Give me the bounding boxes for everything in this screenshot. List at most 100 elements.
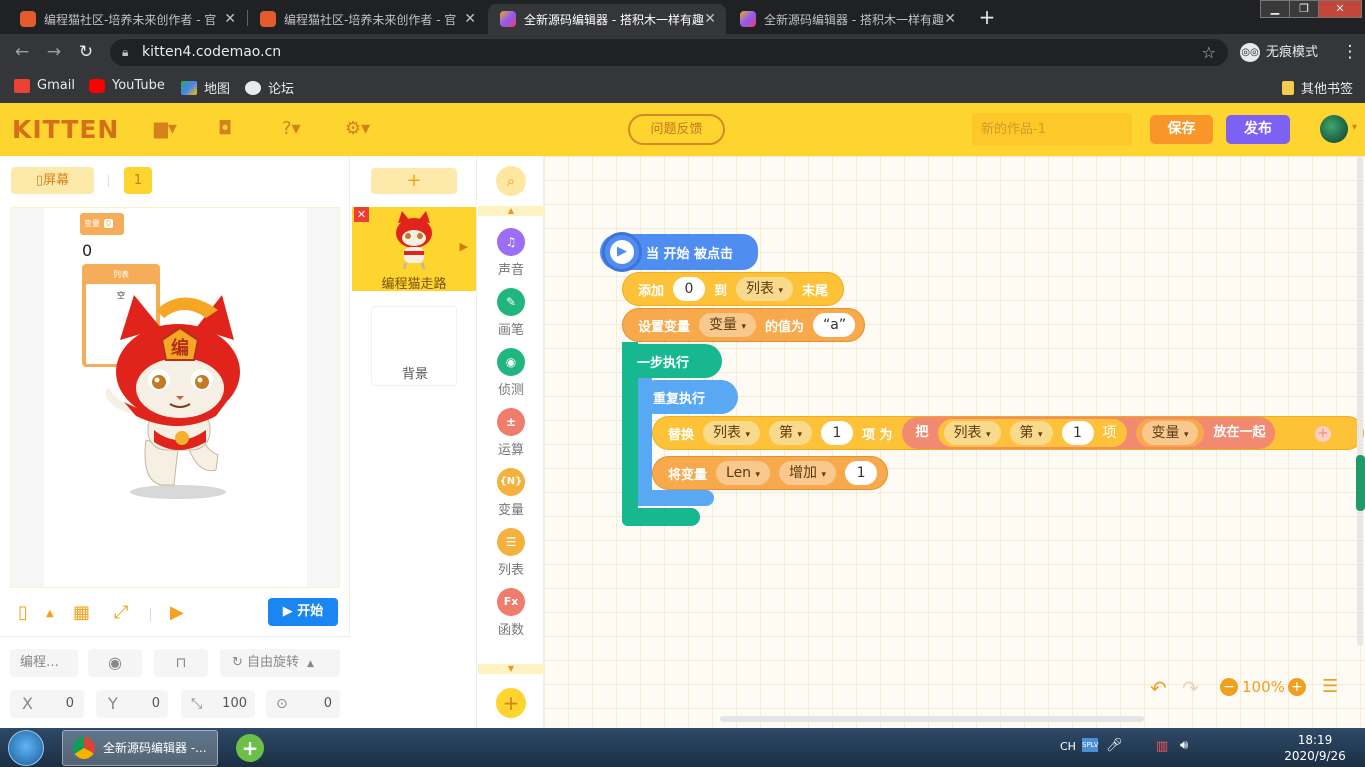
project-name-input[interactable]: 新的作品-1 — [972, 113, 1132, 146]
browser-tab-4[interactable]: 全新源码编辑器 - 搭积木一样有趣 ✕ — [728, 4, 966, 34]
rotation-mode-select[interactable]: ↻ 自由旋转 ▲ — [220, 649, 340, 677]
reload-icon[interactable]: ↻ — [76, 42, 96, 62]
maximize-icon[interactable]: ❐ — [1289, 0, 1319, 18]
list-dropdown[interactable]: 列表 ▾ — [736, 277, 794, 301]
index-mode-dropdown[interactable]: 第 ▾ — [1009, 421, 1053, 445]
horizontal-scrollbar[interactable] — [720, 716, 1144, 722]
bookmark-forum[interactable]: 论坛 — [245, 78, 294, 97]
tab-close-icon[interactable]: ✕ — [944, 11, 956, 27]
browser-menu-icon[interactable]: ⋮ — [1340, 42, 1360, 62]
tab-close-icon[interactable]: ✕ — [464, 11, 476, 27]
presentation-icon[interactable]: ▶ — [170, 602, 184, 623]
windows-start-icon[interactable] — [8, 730, 44, 766]
index-input[interactable]: 1 — [1061, 421, 1094, 445]
scroll-down-icon[interactable]: ▼ — [478, 664, 544, 674]
backpack-icon[interactable]: ◘ — [218, 118, 232, 139]
forward-arrow-icon[interactable]: → — [44, 42, 64, 62]
taskbar-app-plus-icon[interactable]: + — [236, 734, 264, 762]
start-button[interactable]: ▶ 开始 — [268, 598, 338, 626]
publish-button[interactable]: 发布 — [1226, 115, 1290, 144]
network-icon[interactable]: ▥ — [1156, 739, 1168, 754]
category-lists[interactable]: ☰ 列表 — [478, 528, 544, 578]
settings-gear-icon[interactable]: ⚙▾ — [345, 118, 370, 139]
index-mode-dropdown[interactable]: 第 ▾ — [769, 421, 812, 445]
repeat-forever-block[interactable]: 重复执行 — [638, 380, 738, 414]
input-method-icon[interactable]: SPLV — [1082, 738, 1099, 752]
zoom-in-icon[interactable]: + — [1288, 678, 1306, 696]
system-clock[interactable]: 18:19 2020/9/26 — [1280, 732, 1350, 764]
incognito-indicator[interactable]: ◎◎ 无痕模式 — [1236, 40, 1328, 65]
category-pen[interactable]: ✎ 画笔 — [478, 288, 544, 338]
add-sprite-button[interactable]: + — [371, 168, 457, 194]
search-blocks-icon[interactable]: ⌕ — [496, 166, 526, 196]
new-tab-button[interactable]: + — [976, 6, 998, 28]
undo-icon[interactable]: ↶ — [1150, 676, 1167, 700]
screen-number-tab[interactable]: 1 — [124, 167, 152, 194]
address-bar[interactable]: 🔒︎ kitten4.codemao.cn ☆ — [110, 39, 1228, 66]
visibility-eye-icon[interactable]: ◉ — [88, 649, 142, 677]
stage-canvas[interactable]: 变量 0 0 列表 空 编 — [44, 208, 307, 587]
change-value-input[interactable]: 1 — [845, 461, 878, 485]
x-position-field[interactable]: X 0 — [10, 690, 84, 718]
fullscreen-icon[interactable]: ⤢ — [114, 602, 128, 623]
bookmark-youtube[interactable]: YouTube — [89, 78, 165, 93]
tab-close-icon[interactable]: ✕ — [224, 11, 236, 27]
align-blocks-icon[interactable]: ☰ — [1322, 676, 1338, 697]
sprite-name-field[interactable]: 编程… — [10, 649, 78, 677]
when-start-clicked-block[interactable]: ▶ 当 开始 被点击 — [600, 232, 758, 272]
back-arrow-icon[interactable]: ← — [12, 42, 32, 62]
chevron-down-icon[interactable]: ▾ — [1352, 122, 1357, 133]
tab-close-icon[interactable]: ✕ — [704, 11, 716, 27]
codemao-cat-sprite[interactable]: 编 — [106, 290, 246, 500]
list-dropdown[interactable]: 列表 ▾ — [943, 421, 1001, 445]
help-question-icon[interactable]: ?▾ — [282, 118, 301, 139]
category-sensing[interactable]: ◉ 侦测 — [478, 348, 544, 398]
set-variable-block[interactable]: 设置变量 变量 ▾ 的值为 “a” — [622, 308, 865, 342]
variable-dropdown[interactable]: 变量 ▾ — [699, 313, 756, 337]
device-orientation-icon[interactable]: ▯ — [18, 602, 28, 623]
variable-reporter[interactable]: 变量 ▾ — [1135, 419, 1205, 447]
vertical-scrollbar[interactable] — [1357, 156, 1363, 646]
file-folder-icon[interactable]: ▆▾ — [154, 118, 177, 139]
category-sound[interactable]: ♫ 声音 — [478, 228, 544, 278]
window-close-icon[interactable]: ✕ — [1318, 0, 1362, 18]
chevron-right-icon[interactable]: ▶ — [460, 240, 468, 253]
list-dropdown[interactable]: 列表 ▾ — [703, 421, 760, 445]
save-button[interactable]: 保存 — [1150, 115, 1213, 144]
delete-sprite-icon[interactable]: ✕ — [354, 207, 369, 222]
scrollbar-thumb[interactable] — [1356, 455, 1365, 511]
replace-list-item-block[interactable]: 替换 列表 ▾ 第 ▾ 1 项 为 把 列表 ▾ 第 ▾ 1 项 变量 ▾ 放在… — [652, 416, 1364, 450]
background-card[interactable]: 背景 — [371, 306, 457, 386]
grid-icon[interactable]: ▦ — [73, 602, 90, 623]
variable-monitor[interactable]: 变量 0 — [80, 213, 124, 235]
volume-icon[interactable]: 🔊︎ — [1180, 738, 1188, 753]
language-indicator[interactable]: CH — [1060, 740, 1076, 753]
browser-tab-1[interactable]: 编程猫社区-培养未来创作者 - 官 ✕ — [8, 4, 246, 34]
browser-tab-3-active[interactable]: 全新源码编辑器 - 搭积木一样有趣 ✕ — [488, 4, 726, 34]
bookmark-gmail[interactable]: Gmail — [14, 78, 75, 93]
set-value-input[interactable]: “a” — [813, 313, 855, 337]
code-workspace[interactable]: ▶ 当 开始 被点击 添加 0 到 列表 ▾ 末尾 设置变量 变量 ▾ 的值为 … — [544, 156, 1365, 728]
variable-dropdown[interactable]: 变量 ▾ — [1141, 421, 1199, 445]
direction-field[interactable]: ⊙ 0 — [266, 690, 340, 718]
chevron-up-icon[interactable]: ▲ — [46, 608, 54, 619]
other-bookmarks[interactable]: 其他书签 — [1282, 78, 1353, 97]
zoom-out-icon[interactable]: − — [1220, 678, 1238, 696]
add-item-plus-icon[interactable]: + — [1315, 426, 1331, 442]
category-variables[interactable]: {N} 变量 — [478, 468, 544, 518]
join-block[interactable]: 把 列表 ▾ 第 ▾ 1 项 变量 ▾ 放在一起 — [901, 417, 1275, 449]
bookmark-maps[interactable]: 地图 — [181, 78, 230, 97]
stage-area[interactable]: 变量 0 0 列表 空 编 — [10, 207, 340, 588]
lock-icon[interactable]: ⊓ — [154, 649, 208, 677]
variable-dropdown[interactable]: Len ▾ — [716, 461, 771, 485]
user-avatar[interactable] — [1320, 115, 1348, 143]
bookmark-star-icon[interactable]: ☆ — [1202, 39, 1216, 66]
minimize-icon[interactable]: ▁ — [1260, 0, 1290, 18]
add-extension-button[interactable]: + — [496, 688, 526, 718]
add-value-input[interactable]: 0 — [673, 277, 706, 301]
change-variable-block[interactable]: 将变量 Len ▾ 增加 ▾ 1 — [652, 456, 888, 490]
taskbar-chrome-window[interactable]: 全新源码编辑器 -... — [62, 730, 218, 766]
index-input[interactable]: 1 — [820, 421, 853, 445]
category-operators[interactable]: ± 运算 — [478, 408, 544, 458]
step-execute-block[interactable]: 一步执行 — [622, 344, 722, 378]
